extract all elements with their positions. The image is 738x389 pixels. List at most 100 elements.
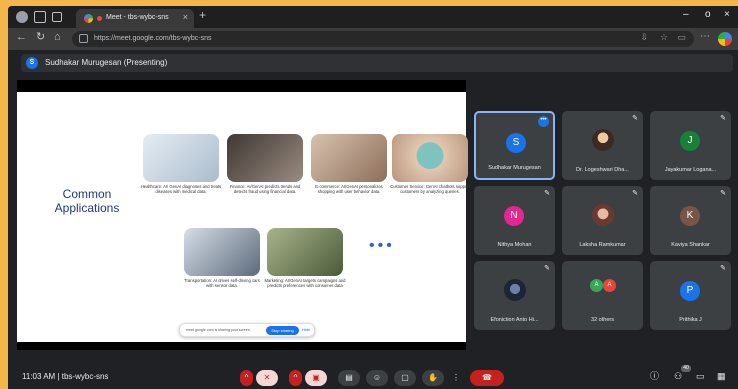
participant-tile[interactable]: ••• S Sudhakar Murugesan <box>474 111 555 180</box>
ecommerce-image <box>311 134 387 182</box>
others-avatars: A A <box>590 279 618 293</box>
emoji-icon[interactable]: ☺ <box>366 370 388 386</box>
tab-title: Meet - tbs-wybc-sns <box>106 14 169 21</box>
bookmark-star-icon[interactable]: ☆ <box>660 33 668 42</box>
mic-off-icon: ✎ <box>720 115 726 122</box>
avatar: K <box>680 206 700 226</box>
participant-name: Sudhakar Murugesan <box>488 165 541 171</box>
more-options-icon[interactable]: ••• <box>538 116 549 127</box>
finance-image <box>227 134 303 182</box>
workspaces-icon[interactable] <box>34 11 46 23</box>
minimize-button[interactable]: – <box>683 10 689 20</box>
presenter-label: Sudhakar Murugesan (Presenting) <box>45 58 168 67</box>
audio-options-button[interactable]: ^ <box>240 370 253 386</box>
maximize-button[interactable]: o <box>705 10 711 20</box>
card-marketing: Marketing: AI/GenAI targets campaigns an… <box>263 228 347 288</box>
hide-banner-button[interactable]: Hide <box>302 327 310 332</box>
participant-tile[interactable]: ✎ Dr. Logeshwari Dha... <box>562 111 643 180</box>
card-customer-service-text: Customer Service: GenAI chatbots support… <box>390 184 470 195</box>
back-arrow-icon[interactable]: ← <box>16 32 27 43</box>
time-text: 11:03 AM <box>22 372 56 381</box>
browser-window: Meet - tbs-wybc-sns × + – o × ← ↻ ⌂ http… <box>8 6 738 389</box>
card-marketing-text: Marketing: AI/GenAI targets campaigns an… <box>264 278 346 289</box>
card-finance: Finance: AI/GenAI predicts trends and de… <box>223 134 307 194</box>
healthcare-image <box>143 134 219 182</box>
share-banner-text: meet.google.com is sharing your screen. <box>186 328 251 332</box>
slide: Common Applications Healthcare: AI/ GenA… <box>17 92 470 342</box>
mic-off-icon: ✎ <box>544 190 550 197</box>
avatar: P <box>680 281 700 301</box>
presenting-bar: S Sudhakar Murugesan (Presenting) <box>21 54 733 72</box>
participant-name: Kaviya Shankar <box>671 242 710 248</box>
presenter-avatar: S <box>26 57 38 69</box>
card-ecommerce: E-commerce: AI/GenAI personalizes shoppi… <box>307 134 391 194</box>
mic-off-icon[interactable]: ✕ <box>256 370 278 386</box>
meeting-code: tbs-wybc-sns <box>61 372 109 381</box>
card-ecommerce-text: E-commerce: AI/GenAI personalizes shoppi… <box>315 184 383 195</box>
tab-close-icon[interactable]: × <box>183 13 188 22</box>
participant-name: 32 others <box>591 317 614 323</box>
participant-photo <box>592 129 614 151</box>
meeting-time: 11:03 AM | tbs-wybc-sns <box>22 372 109 381</box>
presentation-stage[interactable]: Common Applications Healthcare: AI/ GenA… <box>17 80 470 350</box>
stop-sharing-button[interactable]: Stop sharing <box>266 326 299 335</box>
captions-icon[interactable]: ▤ <box>338 370 360 386</box>
browser-profile-icon[interactable] <box>718 32 732 46</box>
more-applications-dots: ••• <box>369 237 395 254</box>
participant-tile[interactable]: ✎ J Jayakumar Logana... <box>650 111 731 180</box>
participant-tile[interactable]: ✎ Efoniction Anto Hi... <box>474 261 555 330</box>
profile-icon[interactable] <box>16 11 28 23</box>
card-transportation: Transportation: AI drives self-driving c… <box>180 228 264 288</box>
transportation-image <box>184 228 260 276</box>
participant-name: Jayakumar Logana... <box>664 167 717 173</box>
participant-tile[interactable]: ✎ K Kaviya Shankar <box>650 186 731 255</box>
participant-tile[interactable]: ✎ Laksha Ramkumar <box>562 186 643 255</box>
leave-call-icon[interactable]: ☎ <box>470 370 504 386</box>
install-app-icon[interactable]: ⇩ <box>640 33 648 42</box>
meeting-controls-bar: 11:03 AM | tbs-wybc-sns ^ ✕ ^ ▣ ▤ ☺ ▢ ✋ … <box>8 364 738 389</box>
mic-off-icon: ✎ <box>544 265 550 272</box>
address-bar[interactable]: https://meet.google.com/tbs-wybc-sns ⇩ ☆… <box>72 31 694 47</box>
participant-name: Prithika J <box>679 317 702 323</box>
tab-strip: Meet - tbs-wybc-sns × + – o × <box>8 6 738 28</box>
mic-off-icon: ✎ <box>632 115 638 122</box>
activities-icon[interactable]: ▦ <box>717 372 726 381</box>
mic-off-icon: ✎ <box>720 265 726 272</box>
customer-service-image <box>392 134 468 182</box>
participant-count-badge: 40 <box>681 365 691 372</box>
avatar: A <box>590 279 603 292</box>
recording-dot-icon <box>97 16 102 21</box>
site-info-icon[interactable] <box>79 34 88 43</box>
marketing-image <box>267 228 343 276</box>
url-text[interactable]: https://meet.google.com/tbs-wybc-sns <box>94 35 212 42</box>
camera-off-icon[interactable]: ▣ <box>305 370 327 386</box>
more-options-icon[interactable]: ⋮ <box>450 370 462 386</box>
participant-tile[interactable]: ✎ P Prithika J <box>650 261 731 330</box>
close-window-button[interactable]: × <box>724 10 730 20</box>
video-options-button[interactable]: ^ <box>289 370 302 386</box>
participant-photo <box>504 279 526 301</box>
chat-icon[interactable]: ▭ <box>696 372 705 381</box>
tab-meet[interactable]: Meet - tbs-wybc-sns × <box>76 9 194 28</box>
participant-name: Laksha Ramkumar <box>579 242 626 248</box>
participant-tile[interactable]: ✎ N Nithya Mohan <box>474 186 555 255</box>
participant-tile[interactable]: A A 32 others <box>562 261 643 330</box>
mic-off-icon: ✎ <box>720 190 726 197</box>
present-icon[interactable]: ▢ <box>394 370 416 386</box>
reading-mode-icon[interactable]: ▭ <box>677 33 686 42</box>
people-icon[interactable]: ⚇ <box>674 372 682 381</box>
reload-icon[interactable]: ↻ <box>36 32 45 43</box>
card-healthcare: Healthcare: AI/ GenAI diagnoses and trea… <box>139 134 223 194</box>
raise-hand-icon[interactable]: ✋ <box>422 370 444 386</box>
tab-actions-icon[interactable] <box>52 12 62 22</box>
new-tab-button[interactable]: + <box>199 9 206 21</box>
slide-title: Common Applications <box>54 187 120 215</box>
home-icon[interactable]: ⌂ <box>54 32 61 43</box>
card-finance-text: Finance: AI/GenAI predicts trends and de… <box>229 184 301 195</box>
card-transportation-text: Transportation: AI drives self-driving c… <box>184 278 260 289</box>
avatar: A <box>603 279 616 292</box>
info-icon[interactable]: ⓘ <box>650 372 659 381</box>
extensions-icon[interactable]: ⋯ <box>700 32 710 42</box>
participant-name: Efoniction Anto Hi... <box>490 317 539 323</box>
navigation-bar: ← ↻ ⌂ https://meet.google.com/tbs-wybc-s… <box>8 28 738 50</box>
